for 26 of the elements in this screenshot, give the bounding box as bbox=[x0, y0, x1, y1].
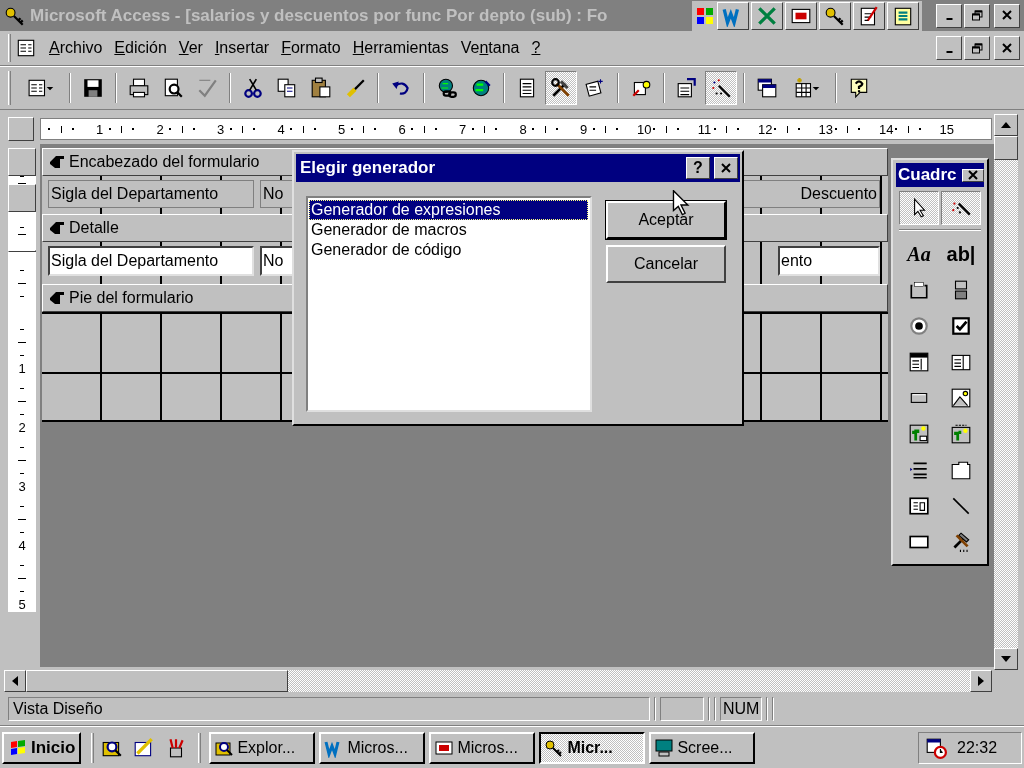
ruler-number: 6 bbox=[397, 122, 407, 136]
window-title: Microsoft Access - [salarios y descuentos por func Por depto (sub) : Fo bbox=[30, 4, 608, 27]
ruler-number: 2 bbox=[155, 122, 165, 136]
ruler-number: 5 bbox=[336, 122, 347, 136]
ruler-number: 10 bbox=[637, 122, 651, 136]
ruler-number: 2 bbox=[18, 421, 26, 435]
ruler-number: 5 bbox=[18, 598, 26, 612]
ruler-number: 13 bbox=[818, 122, 833, 136]
ruler-number: 9 bbox=[578, 122, 589, 136]
status-indicator: NUM bbox=[720, 696, 762, 721]
ruler-number: 14 bbox=[879, 122, 893, 136]
ruler-number: 4 bbox=[276, 122, 286, 136]
ruler-number: 4 bbox=[18, 539, 26, 553]
ruler-number: 12 bbox=[758, 122, 772, 136]
ruler-number: 1 bbox=[18, 362, 26, 376]
status-text: Vista Diseño bbox=[8, 696, 650, 721]
toolbox-title: Cuadrc bbox=[898, 164, 957, 187]
ruler-number: 3 bbox=[18, 480, 26, 494]
ruler-number: 7 bbox=[457, 122, 468, 136]
ruler-number: 3 bbox=[215, 122, 226, 136]
ruler-number: 11 bbox=[697, 122, 712, 136]
ruler-number: 15 bbox=[939, 122, 954, 136]
dialog-title: Elegir generador bbox=[300, 157, 436, 180]
ruler-number: 1 bbox=[94, 122, 105, 136]
ruler-number: 8 bbox=[518, 122, 528, 136]
clock: 22:32 bbox=[957, 737, 998, 758]
